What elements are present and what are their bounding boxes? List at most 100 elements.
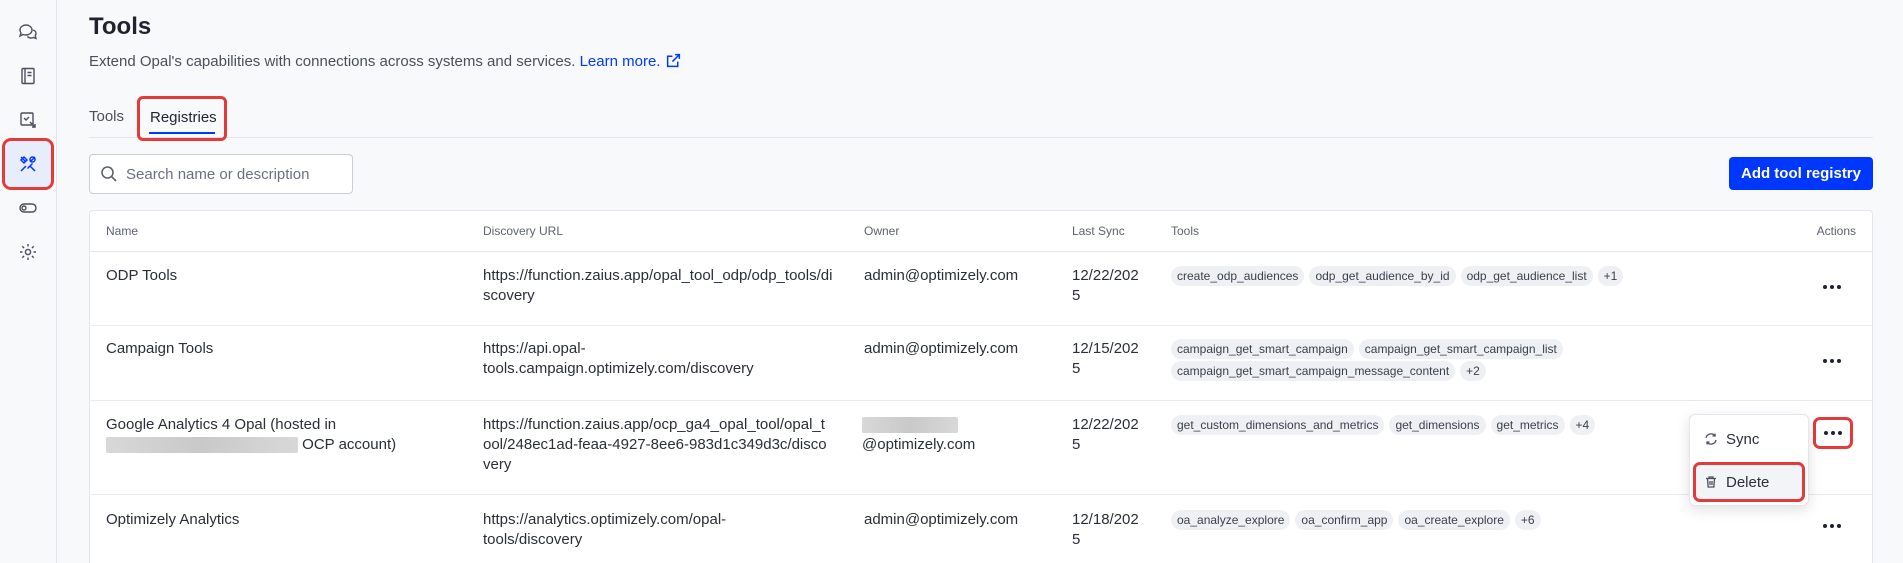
discovery-url: https://function.zaius.app/opal_tool_odp… [483,267,833,304]
more-icon [1823,285,1827,289]
more-tools-chip[interactable]: +4 [1569,415,1596,435]
discovery-url-line: https://api.opal- [483,340,586,357]
tools-list: get_custom_dimensions_and_metrics get_di… [1171,415,1631,435]
delete-menu-item[interactable]: Delete [1693,462,1805,502]
tools-nav-button[interactable] [2,138,54,190]
owner: @optimizely.com [862,415,1052,455]
tool-chip: odp_get_audience_by_id [1309,266,1456,286]
table-header: Name Discovery URL Owner Last Sync Tools… [90,211,1872,252]
tool-chip: campaign_get_smart_campaign_list [1358,339,1563,359]
redacted-text [106,437,298,454]
last-sync: 12/22/2025 [1072,416,1139,453]
sync-label: Sync [1726,430,1760,448]
toggle-icon [19,203,37,213]
tab-tools[interactable]: Tools [89,108,124,125]
registry-name-line: OCP account) [106,435,426,455]
book-icon [21,67,35,85]
table-row: Campaign Tools https://api.opal- tools.c… [90,326,1872,401]
registry-name-line: Google Analytics 4 Opal (hosted in [106,416,337,433]
tool-chip: campaign_get_smart_campaign [1171,339,1354,359]
tools-icon [19,155,36,172]
registry-name: Optimizely Analytics [106,511,240,528]
table-row: Optimizely Analytics https://analytics.o… [90,495,1872,563]
chat-icon [18,24,38,40]
learn-more-label: Learn more. [579,53,661,70]
row-actions-button[interactable] [1818,276,1846,298]
trash-icon [1706,476,1716,488]
side-rail [0,0,57,563]
header-tools: Tools [1171,224,1200,238]
search-input[interactable] [126,155,346,193]
tool-chip: odp_get_audience_list [1460,266,1593,286]
discovery-url: https://analytics.optimizely.com/opal- t… [483,510,833,550]
discovery-url-line: https://analytics.optimizely.com/opal- [483,511,727,528]
header-name: Name [106,224,139,238]
discovery-url-line: tools/discovery [483,531,583,548]
owner: admin@optimizely.com [864,511,1019,528]
add-tool-registry-button[interactable]: Add tool registry [1728,157,1873,190]
agent-icon [20,112,36,128]
chat-nav-button[interactable] [9,13,47,51]
tool-chip: get_metrics [1490,415,1565,435]
more-tools-chip[interactable]: +6 [1514,510,1541,530]
last-sync: 12/15/2025 [1072,340,1139,377]
row-actions-button[interactable] [1813,417,1853,449]
redacted-text [862,417,958,434]
registries-table: Name Discovery URL Owner Last Sync Tools… [89,210,1873,563]
last-sync: 12/18/2025 [1072,511,1139,548]
table-row: Google Analytics 4 Opal (hosted in OCP a… [90,401,1872,495]
registry-name: Campaign Tools [106,340,214,357]
external-link-icon [667,53,681,68]
row-actions-button[interactable] [1818,515,1846,537]
agents-nav-button[interactable] [9,101,47,139]
sync-menu-item[interactable]: Sync [1696,422,1802,456]
owner-suffix: @optimizely.com [862,436,976,453]
active-tab-indicator [149,132,215,134]
header-last-sync: Last Sync [1072,224,1125,238]
learn-more-link[interactable]: Learn more. [580,53,683,70]
tool-chip: get_dimensions [1389,415,1486,435]
tool-chip: oa_confirm_app [1295,510,1394,530]
header-owner: Owner [864,224,900,238]
subtitle-text: Extend Opal's capabilities with connecti… [89,53,576,70]
tools-list: oa_analyze_explore oa_confirm_app oa_cre… [1171,510,1631,530]
library-nav-button[interactable] [9,57,47,95]
owner: admin@optimizely.com [864,267,1019,284]
more-icon [1823,359,1827,363]
row-actions-button[interactable] [1818,350,1846,372]
search-icon [101,166,117,182]
registry-name-suffix: OCP account) [302,436,397,453]
tools-list: campaign_get_smart_campaign campaign_get… [1171,339,1631,381]
more-tools-chip[interactable]: +1 [1597,266,1624,286]
tools-list: create_odp_audiences odp_get_audience_by… [1171,266,1631,286]
search-box[interactable] [89,154,353,194]
delete-label: Delete [1726,473,1770,491]
page-title: Tools [89,13,152,40]
header-discovery-url: Discovery URL [483,224,564,238]
page-subtitle: Extend Opal's capabilities with connecti… [89,52,682,70]
registry-name: Google Analytics 4 Opal (hosted in OCP a… [106,415,426,455]
more-icon [1823,524,1827,528]
more-icon [1824,431,1828,435]
tab-registries-label: Registries [150,109,217,126]
tool-chip: get_custom_dimensions_and_metrics [1171,415,1385,435]
last-sync: 12/22/2025 [1072,267,1139,304]
settings-nav-button[interactable] [9,233,47,271]
more-tools-chip[interactable]: +2 [1460,361,1486,381]
table-row: ODP Tools https://function.zaius.app/opa… [90,252,1872,326]
header-actions: Actions [1816,224,1856,238]
settings-icon [20,244,36,260]
sync-icon [1705,433,1717,445]
tool-chip: oa_create_explore [1398,510,1510,530]
row-actions-menu: Sync Delete [1689,414,1809,506]
tab-bar: Tools Registries [89,96,1873,141]
registry-name: ODP Tools [106,267,178,284]
tool-chip: campaign_get_smart_campaign_message_cont… [1171,361,1456,381]
integrations-nav-button[interactable] [9,189,47,227]
discovery-url: https://function.zaius.app/ocp_ga4_opal_… [483,416,827,473]
discovery-url: https://api.opal- tools.campaign.optimiz… [483,339,833,379]
discovery-url-line: tools.campaign.optimizely.com/discovery [483,360,754,377]
tab-registries[interactable]: Registries [137,96,227,141]
tool-chip: oa_analyze_explore [1171,510,1291,530]
tool-chip: create_odp_audiences [1171,266,1305,286]
